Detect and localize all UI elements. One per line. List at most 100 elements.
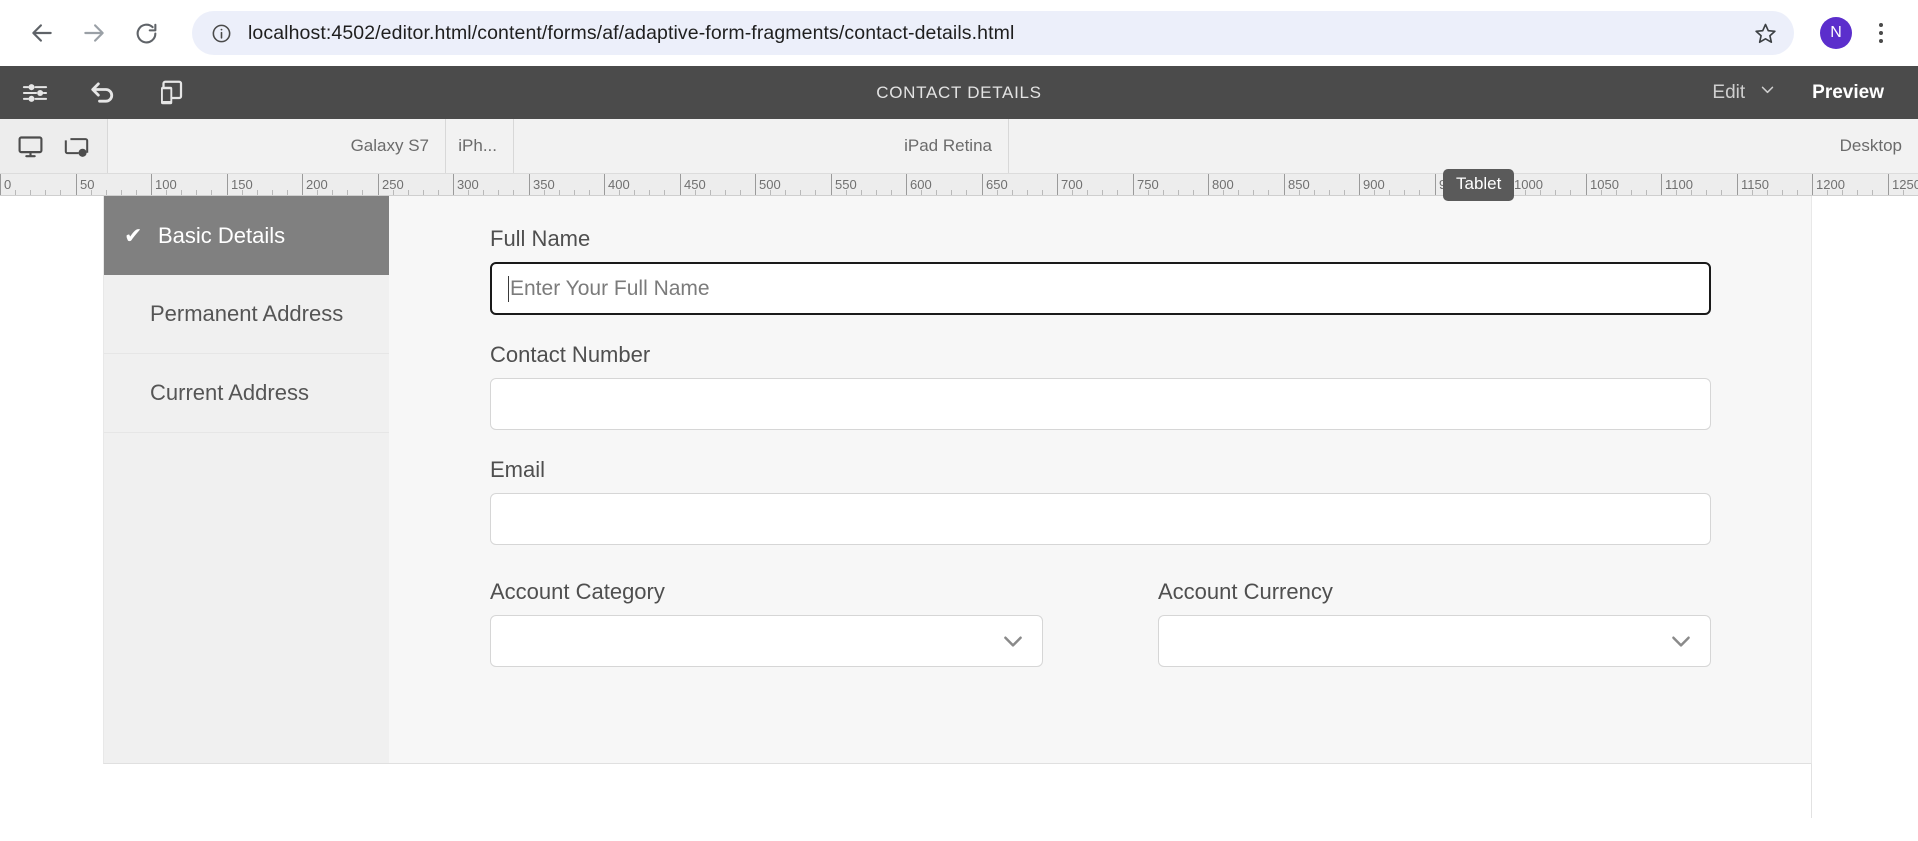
page-title: CONTACT DETAILS	[876, 82, 1042, 102]
ruler-label: 1050	[1590, 177, 1619, 192]
ruler-tick	[1797, 190, 1798, 195]
preview-button[interactable]: Preview	[1790, 74, 1900, 112]
address-bar[interactable]: localhost:4502/editor.html/content/forms…	[192, 11, 1794, 55]
forward-button[interactable]	[70, 9, 118, 57]
ruler-tick	[785, 190, 786, 195]
form-nav-label: Current Address	[150, 380, 309, 405]
aem-editor-toolbar: CONTACT DETAILS Edit Preview	[0, 66, 1918, 119]
ruler-tick	[1268, 190, 1269, 195]
ruler-tick	[1102, 190, 1103, 195]
ruler-tick	[1117, 190, 1118, 195]
device-option-desktop[interactable]: Desktop	[1009, 119, 1918, 173]
chrome-menu-button[interactable]	[1866, 11, 1896, 55]
ruler-tick	[1782, 190, 1783, 195]
ruler-tick	[1631, 190, 1632, 195]
back-arrow-icon	[32, 24, 52, 42]
ruler-tick	[725, 190, 726, 195]
form-nav-item-current-address[interactable]: Current Address	[104, 354, 389, 433]
ruler-label: 600	[910, 177, 932, 192]
rotate-device-icon[interactable]	[56, 126, 96, 166]
ruler-label: 750	[1137, 177, 1159, 192]
device-option-galaxy-s7[interactable]: Galaxy S7	[108, 119, 446, 173]
field-account-category: Account Category	[490, 579, 1043, 667]
contact-number-input[interactable]	[490, 378, 1711, 430]
site-info-icon[interactable]	[206, 18, 236, 48]
ruler-tick	[423, 190, 424, 195]
undo-arrow-icon	[91, 81, 114, 103]
email-input[interactable]	[490, 493, 1711, 545]
ruler-label: 50	[80, 177, 95, 192]
full-name-placeholder: Enter Your Full Name	[510, 276, 710, 300]
ruler-label: 1200	[1816, 177, 1845, 192]
ruler-tick	[800, 190, 801, 195]
back-button[interactable]	[18, 9, 66, 57]
ruler-tick	[513, 190, 514, 195]
edit-mode-label: Edit	[1712, 81, 1746, 103]
account-currency-select[interactable]	[1158, 615, 1711, 667]
emulator-toggle-button[interactable]	[148, 70, 194, 116]
chevron-down-icon	[1668, 628, 1694, 654]
form-section-nav: ✔ Basic Details Permanent Address Curren…	[104, 196, 389, 763]
device-tooltip: Tablet	[1443, 169, 1515, 201]
ruler-tick	[106, 190, 107, 195]
ruler-tick	[211, 190, 212, 195]
ruler-tick	[1329, 190, 1330, 195]
chevron-down-icon	[1759, 81, 1776, 104]
sliders-icon	[22, 83, 48, 102]
ruler-label: 0	[4, 177, 12, 192]
ruler-label: 350	[533, 177, 555, 192]
ruler-tick	[966, 190, 967, 195]
form-nav-label: Permanent Address	[150, 301, 344, 326]
ruler-tick	[15, 190, 16, 195]
ruler-tick	[1027, 190, 1028, 195]
ruler-label: 400	[608, 177, 630, 192]
horizontal-ruler[interactable]: 0 50 100 150 200 250 300 350 400 450 500 550 600 650 7…	[0, 174, 1918, 196]
ruler-label: 1150	[1741, 177, 1769, 192]
reload-icon	[136, 23, 156, 43]
edit-mode-dropdown[interactable]: Edit	[1698, 73, 1790, 112]
ruler-label: 1000	[1514, 177, 1543, 192]
ruler-label: 800	[1212, 177, 1234, 192]
browser-toolbar: localhost:4502/editor.html/content/forms…	[0, 0, 1918, 66]
field-label-account-category: Account Category	[490, 579, 665, 604]
ruler-tick	[60, 190, 61, 195]
url-text[interactable]: localhost:4502/editor.html/content/forms…	[236, 22, 1748, 45]
toolbar-left-group	[0, 70, 194, 116]
forward-arrow-icon	[84, 24, 104, 42]
ruler-tick	[1555, 190, 1556, 195]
ruler-tick	[257, 190, 258, 195]
desktop-monitor-icon[interactable]	[11, 126, 51, 166]
bookmark-star-icon[interactable]	[1748, 16, 1782, 50]
profile-avatar[interactable]: N	[1820, 17, 1852, 49]
full-name-input[interactable]: Enter Your Full Name	[490, 262, 1711, 315]
field-label-full-name: Full Name	[490, 226, 591, 251]
ruler-tick	[1872, 190, 1873, 195]
ruler-tick	[1253, 190, 1254, 195]
form-nav-item-permanent-address[interactable]: Permanent Address	[104, 275, 389, 354]
ruler-tick	[438, 190, 439, 195]
undo-button[interactable]	[80, 70, 126, 116]
field-account-currency: Account Currency	[1158, 579, 1711, 667]
ruler-tick	[589, 190, 590, 195]
kebab-dot	[1879, 23, 1883, 27]
field-email: Email	[490, 457, 1711, 545]
ruler-tick	[181, 190, 182, 195]
side-panel-toggle-button[interactable]	[12, 70, 58, 116]
ruler-tick	[936, 190, 937, 195]
text-caret	[508, 275, 509, 302]
ruler-tick	[1857, 190, 1858, 195]
device-option-ipad-retina[interactable]: iPad Retina	[514, 119, 1009, 173]
field-label-email: Email	[490, 457, 546, 482]
ruler-label: 900	[1363, 177, 1385, 192]
ruler-tick	[45, 190, 46, 195]
form-nav-item-basic-details[interactable]: ✔ Basic Details	[104, 196, 389, 275]
form-nav-label: Basic Details	[158, 222, 286, 248]
ruler-tick	[861, 190, 862, 195]
ruler-label: 850	[1288, 177, 1310, 192]
reload-button[interactable]	[122, 9, 170, 57]
ruler-label: 150	[231, 177, 253, 192]
ruler-tick	[1706, 190, 1707, 195]
device-option-iphone[interactable]: iPh...	[446, 119, 514, 173]
ruler-tick	[559, 190, 560, 195]
account-category-select[interactable]	[490, 615, 1043, 667]
